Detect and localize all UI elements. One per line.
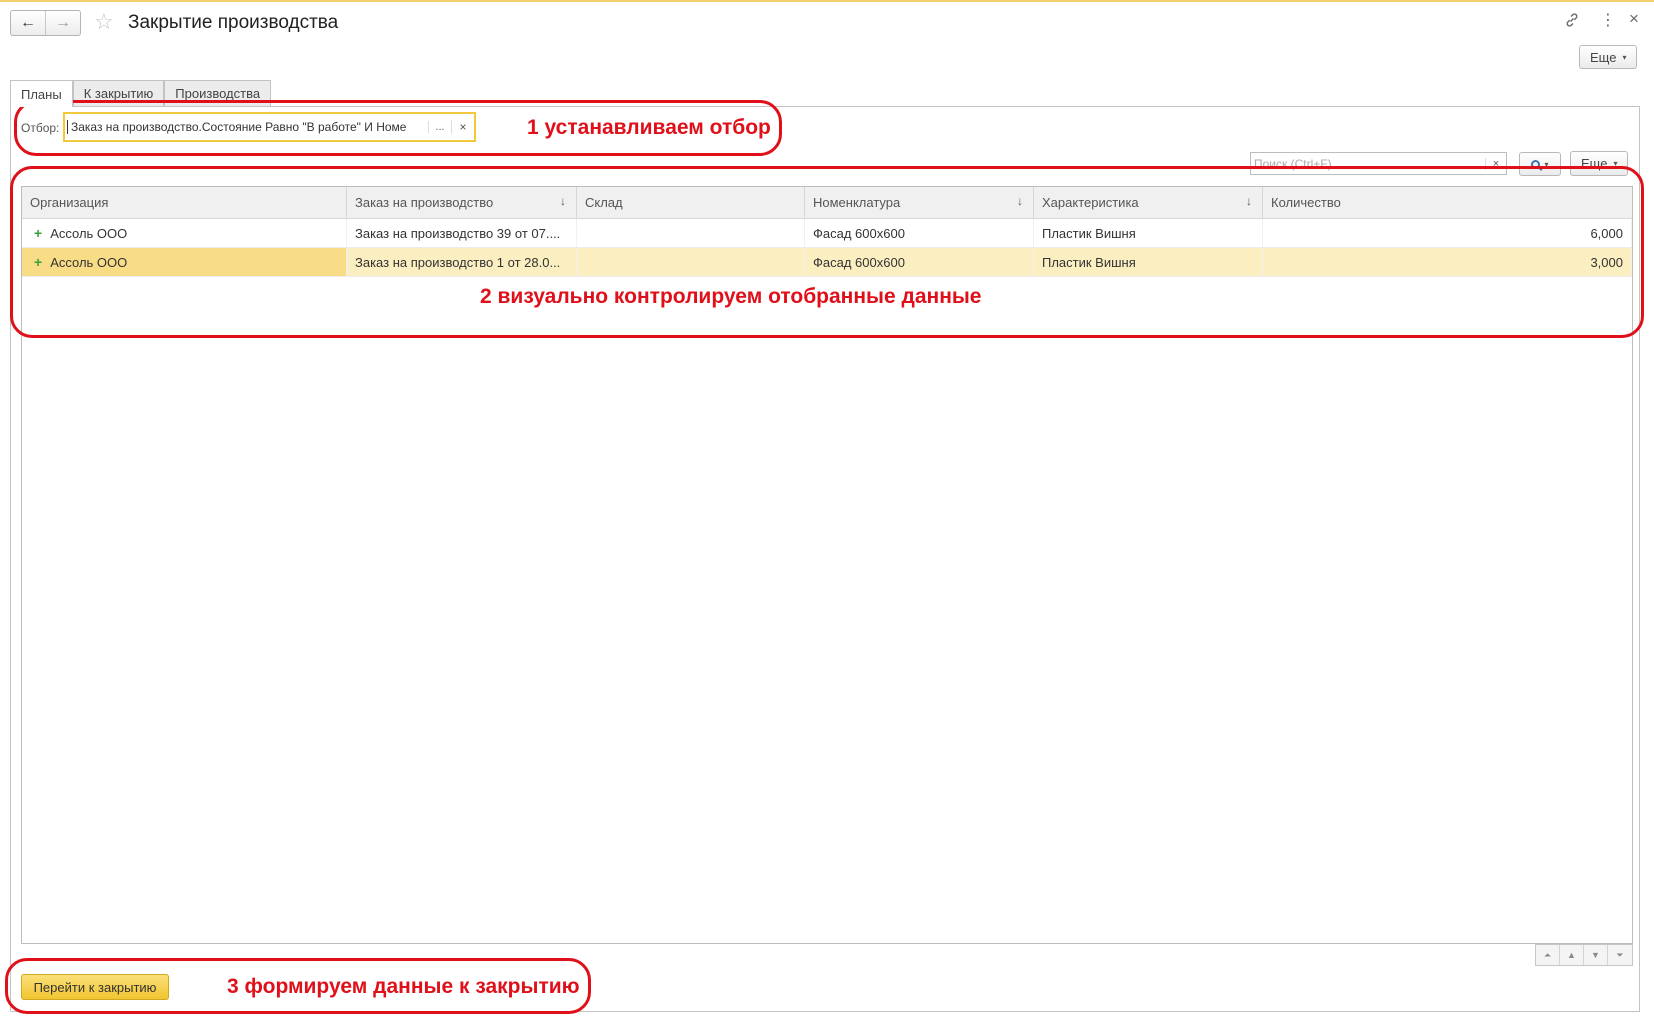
- chevron-down-icon: ▾: [1622, 52, 1627, 62]
- annotation-text-1: 1 устанавливаем отбор: [527, 116, 771, 139]
- forward-button[interactable]: →: [45, 11, 80, 35]
- annotation-ring-table: [10, 166, 1644, 338]
- scroll-last-icon[interactable]: ⏷: [1608, 945, 1632, 965]
- back-button[interactable]: ←: [11, 11, 45, 35]
- kebab-menu-icon[interactable]: ⋮: [1600, 12, 1616, 30]
- page: ← → ☆ Закрытие производства ⋮ × Еще ▾ Пл…: [0, 0, 1654, 1020]
- more-button-label: Еще: [1590, 49, 1617, 65]
- scroll-first-icon[interactable]: ⏶: [1536, 945, 1560, 965]
- annotation-text-2: 2 визуально контролируем отобранные данн…: [480, 285, 982, 308]
- forward-arrow-icon: →: [55, 14, 71, 31]
- navigation-buttons: ← →: [10, 10, 81, 36]
- close-icon[interactable]: ×: [1629, 10, 1639, 28]
- favorite-star-icon[interactable]: ☆: [94, 9, 114, 35]
- back-arrow-icon: ←: [20, 14, 36, 31]
- link-icon[interactable]: [1564, 12, 1580, 33]
- top-accent-line: [0, 0, 1654, 2]
- more-button[interactable]: Еще ▾: [1579, 45, 1638, 69]
- page-title: Закрытие производства: [128, 12, 339, 33]
- annotation-text-3: 3 формируем данные к закрытию: [227, 975, 580, 998]
- scroll-up-icon[interactable]: ▲: [1560, 945, 1584, 965]
- table-scroll-buttons: ⏶ ▲ ▼ ⏷: [1535, 944, 1633, 966]
- scroll-down-icon[interactable]: ▼: [1584, 945, 1608, 965]
- tab-plans[interactable]: Планы: [10, 80, 73, 107]
